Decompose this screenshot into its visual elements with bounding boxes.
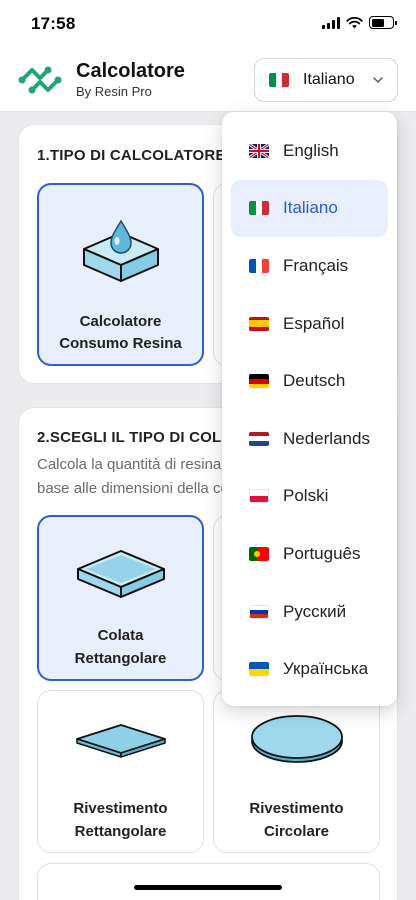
tile-label-line2: Rettangolare	[74, 823, 167, 840]
language-option-label: Українська	[283, 659, 369, 679]
rectangular-coating-icon	[75, 724, 166, 758]
tile-label-line2: Circolare	[263, 823, 330, 840]
language-option-portugues[interactable]: Português	[231, 525, 388, 583]
section-title: 1.TIPO DI CALCOLATORE	[37, 147, 226, 164]
language-option-english[interactable]: English	[231, 122, 388, 180]
tile-label-line1: Colata	[97, 627, 144, 644]
chevron-down-icon	[373, 77, 383, 84]
status-icons	[322, 16, 397, 29]
language-option-label: English	[283, 140, 339, 160]
language-selector-label: Italiano	[303, 71, 355, 88]
tile-rectangular-pour[interactable]: Colata Rettangolare	[37, 515, 204, 681]
language-option-deutsch[interactable]: Deutsch	[231, 352, 388, 410]
tile-circular-coating[interactable]: Rivestimento Circolare	[213, 690, 380, 853]
app-title: Calcolatore	[76, 60, 185, 82]
battery-icon	[369, 16, 397, 29]
language-option-label: Polski	[283, 486, 329, 506]
resin-drop-icon	[82, 219, 159, 282]
language-option-russian[interactable]: Русский	[231, 583, 388, 641]
resin-logo-icon	[18, 66, 62, 94]
language-option-polski[interactable]: Polski	[231, 468, 388, 526]
status-bar: 17:58	[0, 0, 416, 50]
language-option-label: Français	[283, 255, 349, 275]
language-option-label: Deutsch	[283, 371, 346, 391]
tile-label-line1: Calcolatore	[79, 313, 162, 330]
language-selector[interactable]: Italiano	[254, 58, 398, 102]
app-subtitle: By Resin Pro	[76, 84, 152, 99]
spain-flag-icon	[249, 316, 269, 331]
language-option-label: Italiano	[283, 198, 338, 218]
russia-flag-icon	[249, 604, 269, 619]
circular-coating-icon	[250, 715, 343, 763]
language-option-italiano[interactable]: Italiano	[231, 179, 388, 238]
language-option-label: Русский	[283, 601, 347, 621]
italy-flag-icon	[249, 201, 269, 216]
app-header: Calcolatore By Resin Pro Italiano	[0, 50, 416, 112]
portugal-flag-icon	[249, 546, 269, 561]
poland-flag-icon	[249, 489, 269, 504]
language-option-label: Español	[283, 313, 345, 333]
tile-label-line1: Rivestimento	[249, 800, 344, 817]
language-option-nederlands[interactable]: Nederlands	[231, 410, 388, 468]
wifi-icon	[346, 16, 363, 28]
cellular-signal-icon	[322, 16, 340, 29]
tile-label-line2: Rettangolare	[74, 650, 167, 667]
rectangular-pour-icon	[76, 550, 165, 598]
italy-flag-icon	[269, 73, 289, 87]
home-indicator	[134, 885, 282, 890]
tile-rectangular-coating[interactable]: Rivestimento Rettangolare	[37, 690, 204, 853]
section-title: 2.SCEGLI IL TIPO DI COLATA	[37, 429, 251, 446]
status-time: 17:58	[31, 14, 76, 33]
language-option-label: Português	[283, 543, 361, 563]
language-dropdown: English Italiano Français Español Deutsc…	[222, 112, 397, 706]
germany-flag-icon	[249, 374, 269, 389]
tile-label-line2: Consumo Resina	[59, 335, 182, 352]
tile-label-line1: Rivestimento	[73, 800, 168, 817]
tile-pour-option-5[interactable]	[37, 863, 380, 900]
ukraine-flag-icon	[249, 662, 269, 677]
tile-resin-consumption[interactable]: Calcolatore Consumo Resina	[37, 183, 204, 366]
language-option-label: Nederlands	[283, 428, 370, 448]
uk-flag-icon	[249, 143, 269, 158]
france-flag-icon	[249, 258, 269, 273]
language-option-francais[interactable]: Français	[231, 237, 388, 295]
language-option-ukrainian[interactable]: Українська	[231, 640, 388, 698]
netherlands-flag-icon	[249, 431, 269, 446]
language-option-espanol[interactable]: Español	[231, 295, 388, 353]
